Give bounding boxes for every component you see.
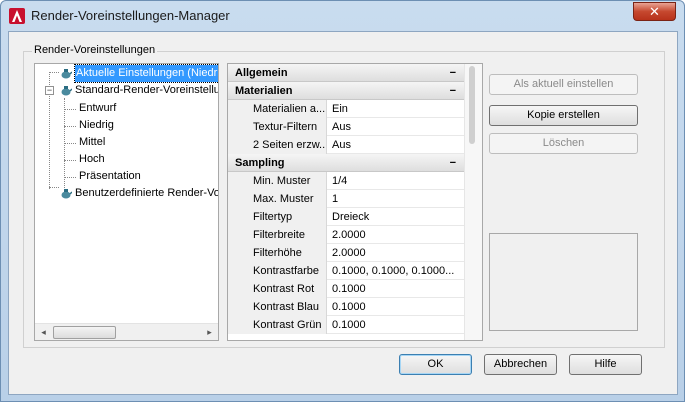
property-value[interactable]: 0.1000 (328, 298, 464, 316)
property-name: Filtertyp (247, 208, 327, 226)
collapse-icon[interactable]: − (450, 82, 456, 100)
section-header-materials[interactable]: Materialien − (228, 82, 464, 100)
property-value[interactable]: 0.1000 (328, 280, 464, 298)
property-name: Min. Muster (247, 172, 327, 190)
property-value[interactable]: 1 (328, 190, 464, 208)
tree-item-label: Standard-Render-Voreinstellu (75, 84, 219, 96)
tree-item-label: Niedrig (79, 119, 114, 131)
property-row[interactable]: Kontrast Rot 0.1000 (228, 280, 464, 298)
tree-item-current-settings[interactable]: Aktuelle Einstellungen (Niedrig (35, 64, 218, 83)
properties-grid[interactable]: Allgemein − Materialien − Materialien a.… (227, 63, 483, 341)
section-header-sampling[interactable]: Sampling − (228, 154, 464, 172)
teapot-icon (61, 69, 72, 79)
tree-horizontal-scrollbar[interactable]: ◂ ▸ (35, 323, 218, 340)
property-row[interactable]: Max. Muster 1 (228, 190, 464, 208)
properties-vertical-scrollbar[interactable] (464, 64, 482, 340)
property-row[interactable]: Materialien a... Ein (228, 100, 464, 118)
tree-line (64, 177, 76, 178)
section-header-general[interactable]: Allgemein − (228, 64, 464, 82)
tree-item-label: Hoch (79, 153, 105, 165)
property-value[interactable]: Aus (328, 136, 464, 154)
ok-button[interactable]: OK (399, 354, 472, 375)
dialog-client-area: Render-Voreinstellungen Aktuelle Einstel… (8, 31, 678, 395)
property-value[interactable]: Aus (328, 118, 464, 136)
dialog-window: Render-Voreinstellungen-Manager ✕ Render… (0, 0, 685, 402)
tree-item-standard-presets[interactable]: − Standard-Render-Voreinstellu (35, 82, 219, 99)
property-value[interactable]: Ein (328, 100, 464, 118)
property-name: Kontrastfarbe (247, 262, 327, 280)
preview-area (489, 233, 638, 331)
scrollbar-thumb[interactable] (469, 66, 475, 144)
property-value[interactable]: 0.1000 (328, 316, 464, 334)
property-row[interactable]: Filtertyp Dreieck (228, 208, 464, 226)
property-name: Materialien a... (247, 100, 327, 118)
collapse-toggle[interactable]: − (45, 86, 54, 95)
scroll-left-arrow-icon[interactable]: ◂ (35, 324, 52, 340)
property-row[interactable]: Textur-Filtern Aus (228, 118, 464, 136)
title-bar[interactable]: Render-Voreinstellungen-Manager ✕ (1, 1, 684, 31)
property-value[interactable]: 2.0000 (328, 226, 464, 244)
create-copy-button[interactable]: Kopie erstellen (489, 105, 638, 126)
tree-item-label: Benutzerdefinierte Render-Vo (75, 187, 219, 199)
presets-group-label: Render-Voreinstellungen (32, 44, 158, 56)
tree-item-label: Entwurf (79, 102, 117, 114)
property-name: Filterbreite (247, 226, 327, 244)
tree-line (64, 109, 76, 110)
property-name: Kontrast Rot (247, 280, 327, 298)
property-row[interactable]: Filterbreite 2.0000 (228, 226, 464, 244)
section-title: Sampling (235, 157, 285, 169)
property-row[interactable]: Kontrast Grün 0.1000 (228, 316, 464, 334)
tree-line (64, 98, 65, 198)
tree-item-label: Präsentation (79, 170, 141, 182)
property-value[interactable]: 0.1000, 0.1000, 0.1000... (328, 262, 464, 280)
property-row[interactable]: Min. Muster 1/4 (228, 172, 464, 190)
property-name: 2 Seiten erzw... (247, 136, 327, 154)
window-title: Render-Voreinstellungen-Manager (31, 8, 230, 23)
tree-item-custom-presets[interactable]: Benutzerdefinierte Render-Vo (35, 185, 219, 202)
tree-item-label: Mittel (79, 136, 106, 148)
section-title: Materialien (235, 85, 293, 97)
property-name: Textur-Filtern (247, 118, 327, 136)
property-row[interactable]: Kontrast Blau 0.1000 (228, 298, 464, 316)
property-name: Max. Muster (247, 190, 327, 208)
collapse-icon[interactable]: − (450, 154, 456, 172)
scrollbar-thumb[interactable] (53, 326, 116, 339)
collapse-icon[interactable]: − (450, 64, 456, 82)
teapot-icon (61, 86, 72, 96)
property-name: Kontrast Grün (247, 316, 327, 334)
tree-line (64, 160, 76, 161)
property-row[interactable]: Kontrastfarbe 0.1000, 0.1000, 0.1000... (228, 262, 464, 280)
scroll-right-arrow-icon[interactable]: ▸ (201, 324, 218, 340)
cancel-button[interactable]: Abbrechen (484, 354, 557, 375)
tree-item-label: Aktuelle Einstellungen (Niedrig (74, 64, 218, 83)
delete-button[interactable]: Löschen (489, 133, 638, 154)
preset-tree[interactable]: Aktuelle Einstellungen (Niedrig − Standa… (34, 63, 219, 341)
help-button[interactable]: Hilfe (569, 354, 642, 375)
property-row[interactable]: Filterhöhe 2.0000 (228, 244, 464, 262)
property-row[interactable]: 2 Seiten erzw... Aus (228, 136, 464, 154)
autocad-app-icon (9, 8, 25, 24)
section-title: Allgemein (235, 67, 288, 79)
property-name: Filterhöhe (247, 244, 327, 262)
tree-line (64, 143, 76, 144)
set-current-button[interactable]: Als aktuell einstellen (489, 74, 638, 95)
property-value[interactable]: Dreieck (328, 208, 464, 226)
property-value[interactable]: 1/4 (328, 172, 464, 190)
teapot-icon (61, 189, 72, 199)
tree-line (64, 126, 76, 127)
property-value[interactable]: 2.0000 (328, 244, 464, 262)
property-name: Kontrast Blau (247, 298, 327, 316)
close-button[interactable]: ✕ (633, 2, 676, 21)
